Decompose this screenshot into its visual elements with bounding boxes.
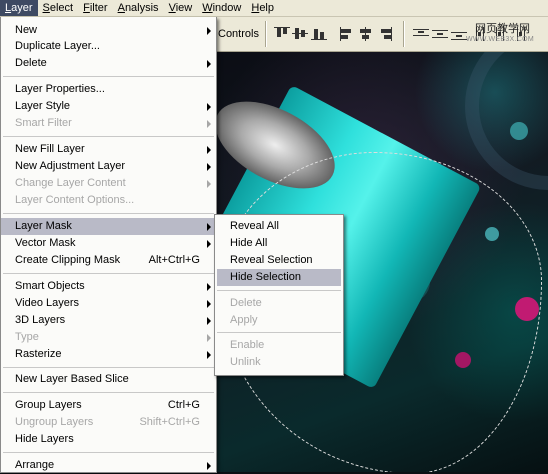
menu-item-hide-selection[interactable]: Hide Selection bbox=[217, 269, 341, 286]
menu-separator bbox=[217, 332, 341, 333]
align-horizontal-centers-icon[interactable] bbox=[358, 27, 374, 41]
menu-bar: Layer Select Filter Analysis View Window… bbox=[0, 0, 548, 17]
menu-view[interactable]: View bbox=[164, 0, 198, 16]
menu-item-mask-delete[interactable]: Delete bbox=[217, 295, 341, 312]
menu-item-smart-filter[interactable]: Smart Filter bbox=[1, 115, 216, 132]
menu-separator bbox=[3, 392, 214, 393]
menu-item-group-layers[interactable]: Group Layers Ctrl+G bbox=[1, 397, 216, 414]
submenu-arrow-icon bbox=[207, 351, 211, 359]
distribute-bottom-edges-icon[interactable] bbox=[451, 27, 467, 41]
menu-item-hide-layers[interactable]: Hide Layers bbox=[1, 431, 216, 448]
menu-filter[interactable]: Filter bbox=[78, 0, 112, 16]
shortcut-label: Alt+Ctrl+G bbox=[148, 254, 200, 266]
submenu-arrow-icon bbox=[207, 163, 211, 171]
align-left-edges-icon[interactable] bbox=[340, 27, 356, 41]
menu-item-mask-enable[interactable]: Enable bbox=[217, 337, 341, 354]
menu-separator bbox=[3, 367, 214, 368]
menu-item-hide-all[interactable]: Hide All bbox=[217, 235, 341, 252]
menu-separator bbox=[3, 273, 214, 274]
menu-separator bbox=[3, 213, 214, 214]
menu-item-delete[interactable]: Delete bbox=[1, 55, 216, 72]
distribute-vertical-centers-icon[interactable] bbox=[432, 27, 448, 41]
watermark-url: WWW.WEB3X.COM bbox=[465, 36, 534, 43]
menu-analysis[interactable]: Analysis bbox=[113, 0, 164, 16]
menu-separator bbox=[3, 136, 214, 137]
align-top-edges-icon[interactable] bbox=[274, 27, 290, 41]
options-separator bbox=[403, 21, 405, 47]
watermark-logo-text: 网页教学网 bbox=[475, 22, 530, 35]
menu-item-new[interactable]: New bbox=[1, 22, 216, 39]
menu-item-layer-mask[interactable]: Layer Mask bbox=[1, 218, 216, 235]
submenu-arrow-icon bbox=[207, 317, 211, 325]
menu-item-new-fill-layer[interactable]: New Fill Layer bbox=[1, 141, 216, 158]
menu-item-mask-unlink[interactable]: Unlink bbox=[217, 354, 341, 371]
menu-item-3d-layers[interactable]: 3D Layers bbox=[1, 312, 216, 329]
show-transform-controls-label: Controls bbox=[218, 28, 259, 40]
menu-item-ungroup-layers[interactable]: Ungroup Layers Shift+Ctrl+G bbox=[1, 414, 216, 431]
layer-menu-dropdown: New Duplicate Layer... Delete Layer Prop… bbox=[0, 17, 217, 473]
menu-item-mask-apply[interactable]: Apply bbox=[217, 312, 341, 329]
shortcut-label: Shift+Ctrl+G bbox=[139, 416, 200, 428]
menu-item-new-layer-based-slice[interactable]: New Layer Based Slice bbox=[1, 371, 216, 388]
align-vertical-centers-icon[interactable] bbox=[292, 27, 308, 41]
menu-item-arrange[interactable]: Arrange bbox=[1, 457, 216, 474]
teal-orb bbox=[510, 122, 528, 140]
menu-item-vector-mask[interactable]: Vector Mask bbox=[1, 235, 216, 252]
menu-item-change-layer-content[interactable]: Change Layer Content bbox=[1, 175, 216, 192]
submenu-arrow-icon bbox=[207, 60, 211, 68]
submenu-arrow-icon bbox=[207, 103, 211, 111]
menu-window[interactable]: Window bbox=[197, 0, 246, 16]
options-separator bbox=[265, 21, 267, 47]
background-ring bbox=[465, 52, 548, 190]
menu-item-smart-objects[interactable]: Smart Objects bbox=[1, 278, 216, 295]
menu-separator bbox=[3, 452, 214, 453]
menu-help[interactable]: Help bbox=[246, 0, 279, 16]
align-right-edges-icon[interactable] bbox=[377, 27, 393, 41]
menu-item-new-adjustment-layer[interactable]: New Adjustment Layer bbox=[1, 158, 216, 175]
submenu-arrow-icon bbox=[207, 180, 211, 188]
menu-separator bbox=[3, 76, 214, 77]
menu-item-type[interactable]: Type bbox=[1, 329, 216, 346]
distribute-top-edges-icon[interactable] bbox=[413, 27, 429, 41]
submenu-arrow-icon bbox=[207, 300, 211, 308]
menu-layer[interactable]: Layer bbox=[0, 0, 38, 16]
menu-item-reveal-selection[interactable]: Reveal Selection bbox=[217, 252, 341, 269]
menu-select[interactable]: Select bbox=[38, 0, 79, 16]
shortcut-label: Ctrl+G bbox=[167, 399, 200, 411]
menu-item-layer-content-options[interactable]: Layer Content Options... bbox=[1, 192, 216, 209]
submenu-arrow-icon bbox=[207, 223, 211, 231]
menu-item-video-layers[interactable]: Video Layers bbox=[1, 295, 216, 312]
menu-item-layer-style[interactable]: Layer Style bbox=[1, 98, 216, 115]
menu-item-create-clipping-mask[interactable]: Create Clipping Mask Alt+Ctrl+G bbox=[1, 252, 216, 269]
align-bottom-edges-icon[interactable] bbox=[311, 27, 327, 41]
submenu-arrow-icon bbox=[207, 120, 211, 128]
submenu-arrow-icon bbox=[207, 146, 211, 154]
menu-separator bbox=[217, 290, 341, 291]
submenu-arrow-icon bbox=[207, 240, 211, 248]
menu-item-rasterize[interactable]: Rasterize bbox=[1, 346, 216, 363]
menu-item-reveal-all[interactable]: Reveal All bbox=[217, 218, 341, 235]
submenu-arrow-icon bbox=[207, 27, 211, 35]
submenu-arrow-icon bbox=[207, 334, 211, 342]
menu-item-layer-properties[interactable]: Layer Properties... bbox=[1, 81, 216, 98]
layer-mask-submenu: Reveal All Hide All Reveal Selection Hid… bbox=[214, 214, 344, 376]
menu-item-duplicate-layer[interactable]: Duplicate Layer... bbox=[1, 38, 216, 55]
submenu-arrow-icon bbox=[207, 283, 211, 291]
submenu-arrow-icon bbox=[207, 462, 211, 470]
